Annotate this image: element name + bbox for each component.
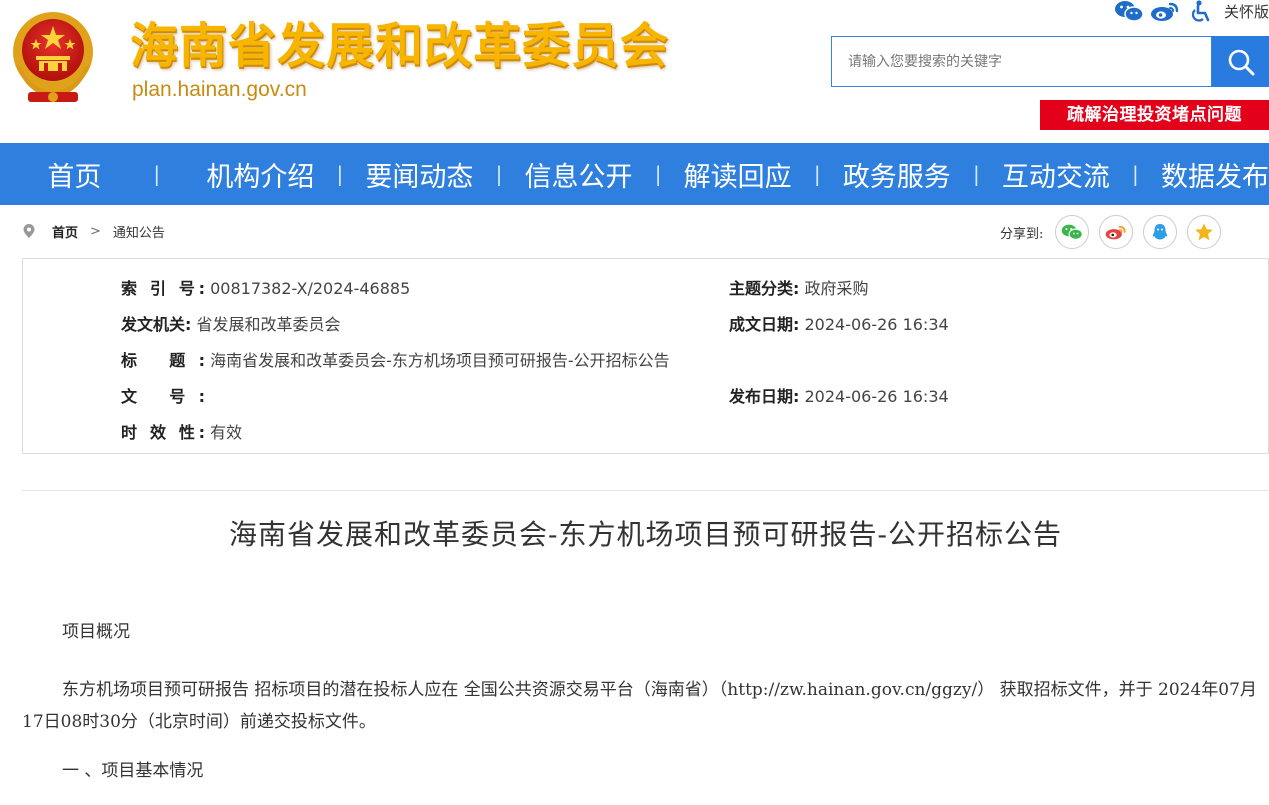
article-title: 海南省发展和改革委员会-东方机场项目预可研报告-公开招标公告 (229, 518, 1062, 551)
nav-item-data[interactable]: 数据发布 (1161, 155, 1269, 194)
section-heading-basic-info: 一 、项目基本情况 (62, 761, 204, 781)
info-created-row: 成文日期: 2024-06-26 16:34 (729, 311, 949, 335)
breadcrumb-arrow: > (90, 223, 101, 239)
search-input[interactable] (831, 36, 1212, 87)
info-created-label: 成文日期: (729, 315, 800, 334)
info-published-row: 发布日期: 2024-06-26 16:34 (729, 383, 949, 407)
weibo-icon (1105, 223, 1127, 241)
info-docno-label: 文 号: (121, 387, 205, 406)
info-validity-value: 有效 (210, 423, 243, 442)
share-qq-button[interactable] (1143, 215, 1178, 249)
info-validity-row: 时 效 性: 有效 (121, 419, 242, 443)
site-domain: plan.hainan.gov.cn (132, 78, 307, 101)
search-icon (1226, 47, 1256, 77)
info-published-label: 发布日期: (729, 387, 800, 406)
info-validity-label: 时 效 性: (121, 423, 205, 442)
promo-banner-link[interactable]: 疏解治理投资堵点问题 (1040, 100, 1269, 130)
share-wechat-button[interactable] (1055, 215, 1090, 249)
info-issuer-value: 省发展和改革委员会 (196, 315, 341, 334)
nav-item-services[interactable]: 政务服务 (843, 155, 951, 194)
breadcrumb-current[interactable]: 通知公告 (113, 222, 165, 241)
overview-paragraph: 东方机场项目预可研报告 招标项目的潜在投标人应在 全国公共资源交易平台（海南省）… (22, 680, 1257, 732)
qzone-icon (1194, 222, 1214, 242)
info-index-row: 索 引 号: 00817382-X/2024-46885 (121, 275, 410, 299)
info-created-value: 2024-06-26 16:34 (804, 315, 949, 334)
info-title-label: 标 题: (121, 351, 205, 370)
accessibility-icon[interactable] (1186, 0, 1216, 22)
breadcrumb-home-link[interactable]: 首页 (52, 222, 78, 241)
info-title-value: 海南省发展和改革委员会-东方机场项目预可研报告-公开招标公告 (210, 351, 670, 370)
nav-separator: | (972, 162, 980, 186)
info-docno-row: 文 号: (121, 383, 205, 407)
info-category-value: 政府采购 (804, 279, 869, 298)
nav-separator: | (495, 162, 503, 186)
share-label: 分享到: (1000, 226, 1044, 242)
info-issuer-label: 发文机关: (121, 315, 192, 334)
info-category-label: 主题分类: (729, 279, 800, 298)
wechat-icon (1061, 223, 1084, 241)
care-mode-link[interactable]: 关怀版 (1224, 1, 1269, 22)
search-button[interactable] (1212, 36, 1269, 87)
info-index-label: 索 引 号: (121, 279, 205, 298)
share-bar: 分享到: (1000, 215, 1231, 249)
info-category-row: 主题分类: 政府采购 (729, 275, 869, 299)
nav-separator: | (1132, 162, 1139, 186)
nav-item-home[interactable]: 首页 (47, 155, 101, 194)
site-header: 海南省发展和改革委员会 plan.hainan.gov.cn 关怀版 请输入您要… (0, 0, 1269, 143)
info-issuer-row: 发文机关: 省发展和改革委员会 (121, 311, 341, 335)
section-heading-overview: 项目概况 (62, 622, 130, 642)
info-index-value: 00817382-X/2024-46885 (210, 279, 411, 298)
qq-icon (1150, 222, 1170, 242)
nav-item-interpretation[interactable]: 解读回应 (684, 155, 792, 194)
nav-separator: | (813, 162, 821, 186)
site-title: 海南省发展和改革委员会 (130, 18, 670, 74)
national-emblem-logo (6, 6, 100, 106)
nav-separator: | (336, 162, 344, 186)
wechat-icon[interactable] (1114, 0, 1144, 22)
section-divider (22, 490, 1269, 491)
info-published-value: 2024-06-26 16:34 (804, 387, 949, 406)
main-nav: 首页 | 机构介绍 | 要闻动态 | 信息公开 | 解读回应 | 政务服务 | … (0, 143, 1269, 205)
nav-item-news[interactable]: 要闻动态 (365, 155, 473, 194)
nav-item-about[interactable]: 机构介绍 (206, 155, 314, 194)
document-info-box: 索 引 号: 00817382-X/2024-46885 主题分类: 政府采购 … (22, 258, 1269, 454)
share-weibo-button[interactable] (1099, 215, 1134, 249)
weibo-icon[interactable] (1150, 0, 1180, 22)
header-tools: 关怀版 (1108, 0, 1269, 22)
nav-item-interaction[interactable]: 互动交流 (1002, 155, 1110, 194)
nav-separator: | (654, 162, 662, 186)
location-pin-icon (22, 223, 36, 239)
nav-separator: | (153, 162, 161, 186)
info-title-row: 标 题: 海南省发展和改革委员会-东方机场项目预可研报告-公开招标公告 (121, 347, 670, 371)
breadcrumb: 首页 > 通知公告 (22, 215, 165, 247)
share-qzone-button[interactable] (1187, 215, 1222, 249)
nav-item-disclosure[interactable]: 信息公开 (525, 155, 633, 194)
